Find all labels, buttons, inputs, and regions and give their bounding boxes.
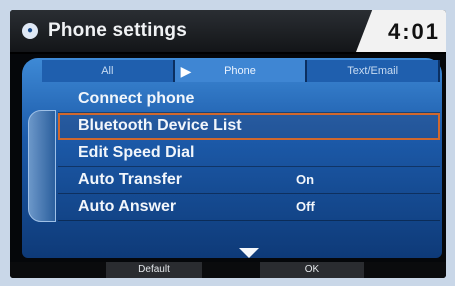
menu-item-label: Bluetooth Device List — [78, 117, 242, 134]
auto-transfer-value: On — [296, 172, 315, 187]
tab-all-label: All — [101, 65, 114, 77]
auto-answer-value: Off — [296, 199, 315, 214]
navigation-screen: ● Phone settings 4:01 All ▶ Phone Text/E… — [10, 10, 446, 278]
play-icon: ▶ — [180, 63, 192, 79]
menu-item-label: Auto Answer — [78, 198, 177, 215]
tab-text-email-label: Text/Email — [347, 65, 399, 77]
interface-dial-icon — [28, 110, 56, 222]
menu-item-label: Edit Speed Dial — [78, 144, 195, 161]
tab-all[interactable]: All — [42, 60, 175, 82]
phone-menu-icon: ● — [22, 23, 38, 39]
header-bar: ● Phone settings 4:01 — [10, 10, 446, 54]
ok-button[interactable]: OK — [260, 262, 364, 278]
menu-item-edit-speed-dial[interactable]: Edit Speed Dial — [58, 140, 440, 167]
menu-item-bluetooth-device-list[interactable]: Bluetooth Device List — [58, 113, 440, 140]
menu-item-connect-phone[interactable]: Connect phone — [58, 86, 440, 113]
footer-bar — [10, 262, 446, 278]
clock-display: 4:01 — [387, 19, 440, 44]
tab-bar: All ▶ Phone Text/Email — [42, 60, 441, 82]
settings-list: Connect phone Bluetooth Device List Edit… — [58, 86, 440, 221]
tab-phone-label: Phone — [224, 65, 256, 77]
tab-text-email[interactable]: Text/Email — [307, 60, 441, 82]
scroll-down-icon[interactable] — [239, 248, 259, 258]
tab-phone[interactable]: ▶ Phone — [174, 60, 308, 82]
default-button[interactable]: Default — [106, 262, 202, 278]
menu-item-auto-transfer[interactable]: Auto Transfer On — [58, 167, 440, 194]
menu-item-label: Connect phone — [78, 90, 195, 107]
page-title: Phone settings — [48, 20, 187, 41]
menu-item-auto-answer[interactable]: Auto Answer Off — [58, 194, 440, 221]
menu-item-label: Auto Transfer — [78, 171, 183, 188]
